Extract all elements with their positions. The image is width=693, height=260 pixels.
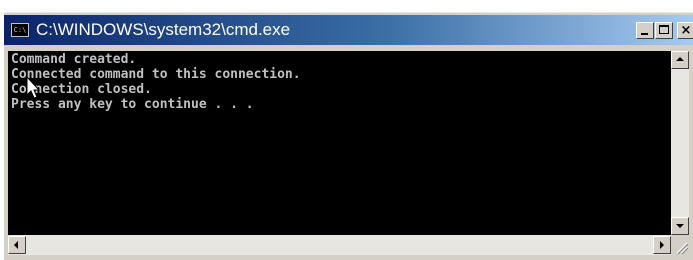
title-bar[interactable]: C:\ C:\WINDOWS\system32\cmd.exe × [4, 15, 693, 45]
maximize-button[interactable] [655, 22, 673, 39]
scroll-left-button[interactable] [8, 236, 26, 254]
scroll-down-button[interactable] [671, 217, 689, 235]
minimize-icon [641, 33, 648, 35]
horizontal-scrollbar[interactable] [8, 235, 671, 255]
close-icon: × [680, 23, 692, 38]
scroll-up-button[interactable] [671, 51, 689, 69]
resize-grip-icon [676, 242, 689, 255]
window-title: C:\WINDOWS\system32\cmd.exe [36, 20, 291, 39]
cmd-icon[interactable]: C:\ [11, 23, 29, 37]
console-line: Press any key to continue . . . [11, 97, 254, 112]
arrow-right-icon [660, 241, 664, 249]
arrow-left-icon [14, 241, 18, 249]
cmd-window: C:\ C:\WINDOWS\system32\cmd.exe × Comman… [4, 12, 693, 260]
arrow-down-icon [676, 224, 684, 228]
scroll-right-button[interactable] [653, 236, 671, 254]
console-line: Command created. [11, 52, 137, 67]
size-grip[interactable] [671, 235, 689, 255]
arrow-up-icon [676, 57, 684, 61]
console-output[interactable]: Command created. Connected command to th… [8, 51, 671, 235]
minimize-button[interactable] [636, 22, 654, 39]
mouse-pointer-icon [26, 76, 41, 99]
maximize-icon [659, 25, 669, 34]
close-button[interactable]: × [677, 22, 693, 39]
vertical-scrollbar[interactable] [671, 51, 689, 235]
console-line: Connected command to this connection. [11, 67, 301, 82]
